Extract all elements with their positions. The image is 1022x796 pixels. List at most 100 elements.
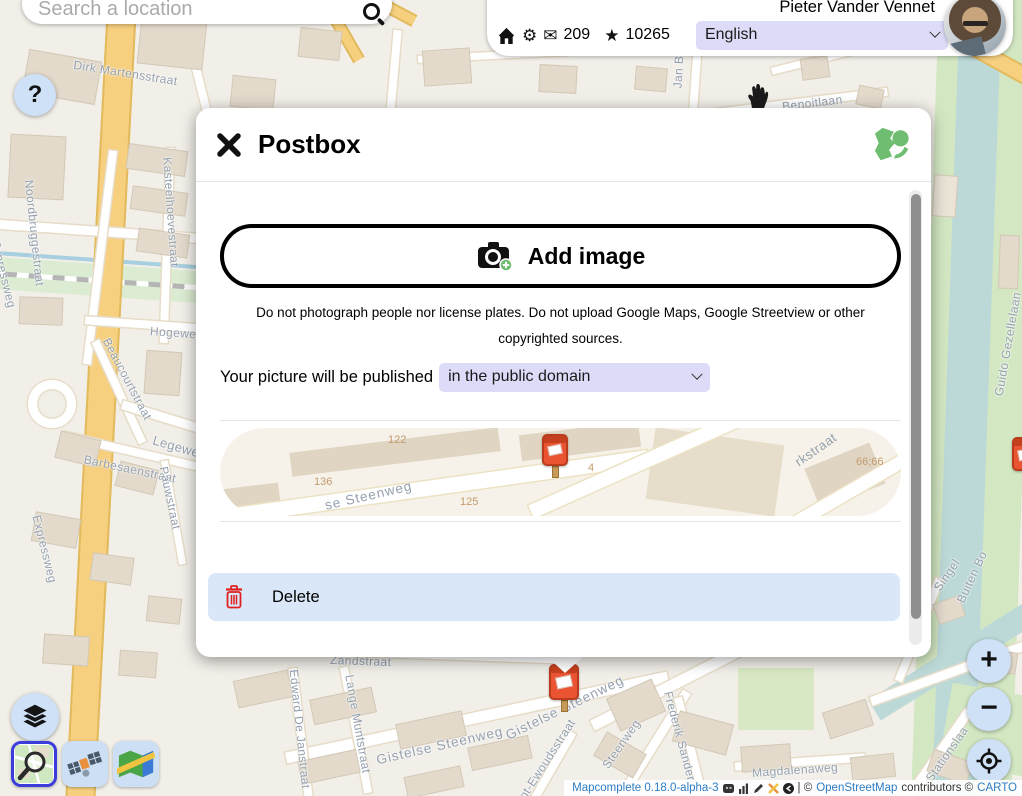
image-license-select[interactable]: in the public domain	[439, 363, 710, 392]
messages-icon[interactable]: ✉	[543, 27, 557, 44]
street-label: Pauwstraat	[157, 465, 184, 531]
trash-icon	[224, 585, 244, 609]
postbox-popup: Postbox Add image Do not photograph p	[196, 108, 931, 657]
help-button[interactable]: ?	[14, 74, 56, 116]
map-building	[823, 700, 873, 738]
street-label: Jan B	[670, 55, 686, 88]
map-building	[234, 671, 292, 708]
divider	[220, 521, 901, 522]
minimap-housenumber: 66;66	[856, 456, 884, 468]
map-park	[738, 668, 814, 730]
chevron-down-icon	[929, 27, 940, 38]
mapcomplete-logo-icon	[873, 126, 911, 164]
plus-icon: +	[980, 645, 998, 675]
satellite-icon	[66, 745, 104, 783]
statistics-icon[interactable]	[738, 783, 749, 794]
search-icon[interactable]	[363, 3, 380, 20]
settings-gear-icon[interactable]: ⚙	[522, 27, 537, 44]
close-icon[interactable]	[216, 132, 242, 158]
street-label: Edward De Janstraat	[287, 669, 313, 789]
basemap-style-row	[11, 741, 159, 787]
map-building	[231, 76, 276, 110]
popup-title: Postbox	[258, 129, 361, 160]
layers-button[interactable]	[11, 693, 59, 741]
style-button-map[interactable]	[113, 741, 159, 787]
map-building	[127, 144, 188, 176]
postbox-marker-partial[interactable]	[1012, 437, 1022, 483]
minimap-street-label: se Steenweg	[323, 478, 413, 513]
add-image-label: Add image	[528, 243, 646, 270]
map-building	[299, 28, 342, 60]
carto-link[interactable]: CARTO	[977, 782, 1017, 794]
message-count: 209	[564, 26, 591, 44]
community-icon[interactable]	[723, 783, 734, 794]
user-avatar[interactable]	[944, 0, 1006, 56]
user-row: ⚙ ✉ 209 ★ 10265 English	[497, 20, 984, 50]
edit-pencil-icon[interactable]	[753, 783, 764, 794]
popup-scrollbar	[909, 190, 922, 645]
minimap-housenumber: 136	[314, 476, 332, 488]
minus-icon: −	[980, 693, 998, 723]
zoom-in-button[interactable]: +	[967, 639, 1011, 683]
avatar-graphic	[948, 36, 985, 56]
add-image-button[interactable]: Add image	[220, 224, 901, 288]
style-button-osm[interactable]	[11, 741, 57, 787]
map-building	[801, 56, 830, 79]
home-icon[interactable]	[497, 26, 516, 45]
map-building	[856, 86, 883, 109]
map-building	[851, 754, 895, 780]
zoom-out-button[interactable]: −	[967, 687, 1011, 731]
popup-body: Add image Do not photograph people nor l…	[196, 182, 931, 656]
minimap-housenumber: 4	[588, 462, 594, 474]
crosshair-icon	[976, 748, 1002, 774]
map-building	[423, 48, 471, 85]
map-building	[539, 65, 576, 93]
map-building	[147, 596, 181, 623]
osm-link[interactable]: OpenStreetMap	[816, 782, 897, 794]
popup-scrollbar-thumb[interactable]	[911, 194, 921, 619]
circle-arrow-icon[interactable]	[783, 783, 794, 794]
camera-plus-icon	[476, 240, 514, 272]
pickaxe-icon[interactable]	[768, 783, 779, 794]
attribution-contributors: contributors ©	[901, 782, 973, 794]
map-building	[90, 553, 133, 584]
chevron-down-icon	[691, 369, 702, 380]
hand-cursor-icon	[742, 80, 772, 110]
map-building	[138, 17, 206, 69]
map-building	[999, 236, 1019, 289]
help-label: ?	[28, 81, 43, 109]
user-panel: Pieter Vander Vennet ⚙ ✉ 209 ★ 10265 Eng…	[487, 0, 1013, 56]
user-name: Pieter Vander Vennet	[779, 0, 935, 17]
search-input[interactable]	[36, 0, 363, 22]
avatar-graphic	[963, 21, 988, 26]
map-building	[145, 351, 182, 395]
delete-button[interactable]: Delete	[208, 573, 900, 621]
delete-label: Delete	[272, 588, 320, 607]
search-bar	[22, 0, 392, 24]
popup-pointer	[545, 655, 585, 673]
map-roundabout	[28, 380, 76, 428]
app-viewport: Dirk Martensstraat Expressweg Expressweg…	[0, 0, 1022, 796]
star-icon: ★	[604, 27, 619, 44]
star-count: 10265	[625, 26, 670, 44]
minimap-postbox-marker	[542, 434, 568, 478]
map-building	[310, 688, 376, 724]
publish-row: Your picture will be published in the pu…	[220, 362, 901, 392]
attribution-bar: Mapcomplete 0.18.0-alpha-3 | © OpenStree…	[564, 780, 1022, 796]
geolocate-button[interactable]	[967, 739, 1011, 783]
layers-icon	[20, 703, 50, 731]
language-select[interactable]: English	[696, 21, 948, 50]
language-value: English	[705, 26, 757, 44]
divider	[220, 420, 901, 421]
osm-map-icon	[15, 745, 53, 783]
image-license-value: in the public domain	[448, 368, 590, 386]
publish-prefix: Your picture will be published	[220, 368, 433, 387]
style-button-satellite[interactable]	[62, 741, 108, 787]
popup-header: Postbox	[196, 108, 931, 182]
popup-minimap[interactable]: 122 136 125 4 66;66 rkstraat se Steenweg	[220, 428, 901, 516]
attribution-separator: | ©	[798, 782, 813, 794]
map-building	[43, 634, 89, 665]
minimap-housenumber: 125	[460, 496, 478, 508]
mapcomplete-version-link[interactable]: Mapcomplete 0.18.0-alpha-3	[572, 782, 718, 794]
map-building	[933, 175, 958, 216]
